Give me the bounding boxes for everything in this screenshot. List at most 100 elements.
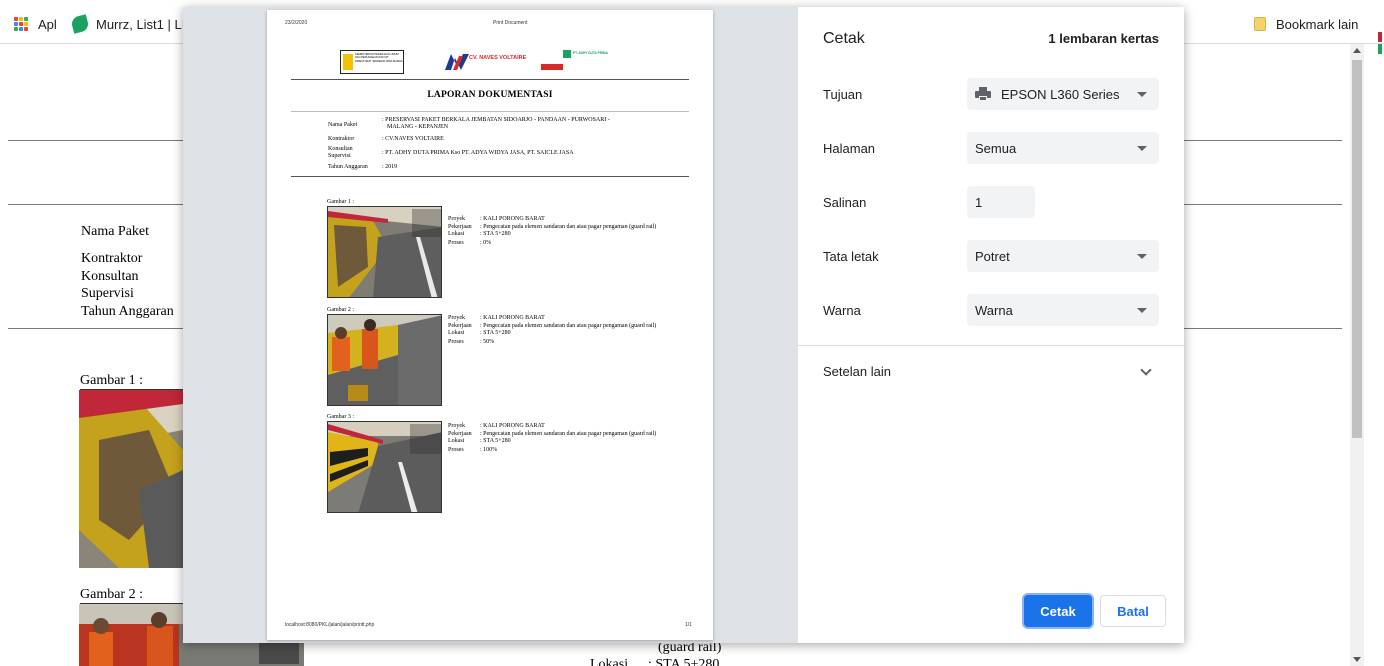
scroll-up-arrow-icon[interactable] [1353, 48, 1361, 53]
pages-value: Semua [975, 140, 1017, 156]
print-button[interactable]: Cetak [1024, 595, 1092, 627]
copies-label: Salinan [823, 195, 867, 210]
sheet-count: 1 lembaran kertas [1048, 31, 1159, 46]
label-kontraktor: Kontraktor [81, 251, 143, 266]
item-1-caption: Gambar 1 : [327, 199, 354, 205]
item-3-proses-value: : 100% [480, 447, 498, 453]
item-3-pekerjaan-value: : Pengecatan pada elemen sandaran dan at… [480, 431, 657, 437]
item-3-lokasi-value: : STA 5+280 [480, 438, 511, 444]
bookmark-item-1-label: Murrz, List1 | LIN [96, 16, 195, 32]
item-2-proyek-value: : KALI PORONG BARAT [480, 315, 545, 321]
info-nama-paket-value-2: MALANG - KEPANJEN [387, 124, 449, 130]
settings-divider [798, 345, 1184, 346]
item-1-proses-label: Proses [448, 240, 464, 246]
item-1-proyek-label: Proyek [448, 216, 465, 222]
caret-down-icon [1137, 92, 1147, 97]
item-2-lokasi-value: : STA 5+280 [480, 330, 511, 336]
scroll-down-arrow-icon[interactable] [1353, 657, 1361, 662]
item-2-description: Proyek : KALI PORONG BARAT Pekerjaan : Pen… [448, 315, 660, 346]
item-2-photo [327, 314, 442, 406]
layout-select[interactable]: Potret [967, 240, 1159, 272]
item-1-proses-value: : 0% [480, 240, 492, 246]
logo-adhy-duta-text: PT. ADHY DUTA PRIMA [573, 51, 608, 55]
logo-naves-voltaire: CV. NAVES VOLTAIRE [445, 52, 531, 76]
item-3-proyek-label: Proyek [448, 423, 465, 429]
info-tahun-label: Tahun Anggaran [328, 164, 368, 170]
bottom-lokasi-label: Lokasi [590, 657, 629, 666]
print-preview-area: 23/2/2020 Print Document KEMENTERIAN PEK… [183, 7, 798, 643]
item-2-lokasi-label: Lokasi [448, 330, 465, 336]
item-2-pekerjaan-value: : Pengecatan pada elemen sandaran dan at… [480, 323, 657, 329]
copies-input[interactable]: 1 [967, 186, 1035, 218]
item-2-proyek-label: Proyek [448, 315, 465, 321]
photo-gambar-1 [79, 390, 183, 568]
cancel-button[interactable]: Batal [1100, 595, 1166, 627]
bottom-lokasi-value: : STA 5+280 [648, 657, 720, 666]
item-1-description: Proyek: KALI PORONG BARAT Pekerjaan: Pen… [448, 216, 660, 247]
info-rule [291, 176, 689, 177]
logo-bina-marga: KEMENTERIAN PEKERJAAN UMUM DAN PERUMAHAN… [340, 50, 404, 74]
preview-header-title: Print Document [493, 20, 528, 26]
logo-naves-voltaire-text: CV. NAVES VOLTAIRE [469, 55, 527, 61]
gambar-2-caption: Gambar 2 : [80, 587, 143, 602]
preview-page: 23/2/2020 Print Document KEMENTERIAN PEK… [267, 10, 713, 640]
page-scrollbar[interactable] [1350, 44, 1364, 666]
info-konsultan-label: Konsultan [328, 146, 353, 152]
layout-value: Potret [975, 248, 1010, 264]
more-settings-toggle[interactable]: Setelan lain [823, 364, 891, 379]
header-rule [291, 79, 689, 80]
logo-red-mark-icon [541, 64, 563, 70]
preview-header-date: 23/2/2020 [285, 20, 308, 26]
item-3-description: Proyek : KALI PORONG BARAT Pekerjaan : Pen… [448, 423, 660, 454]
destination-select[interactable]: EPSON L360 Series [967, 78, 1159, 110]
preview-footer-url: localhost:8080/PKL/jalan/jalan/printt.ph… [285, 622, 375, 628]
item-3-pekerjaan-label: Pekerjaan [448, 431, 472, 437]
info-konsultan-value: : PT. ADHY DUTA PRIMA Kso PT. ADYA WIDYA… [382, 150, 574, 156]
label-supervisi: Supervisi [81, 286, 134, 301]
bookmark-item-1[interactable]: Murrz, List1 | LIN [70, 14, 195, 34]
bookmark-apps-label: Apl [38, 16, 57, 32]
color-select[interactable]: Warna [967, 294, 1159, 326]
chevron-down-icon[interactable] [1140, 364, 1152, 376]
print-settings-panel: Cetak 1 lembaran kertas Tujuan EPSON L36… [798, 7, 1184, 643]
printer-icon [975, 87, 991, 101]
info-nama-paket-value: : PRESERVASI PAKET BERKALA JEMBATAN SIDO… [382, 117, 610, 123]
item-3-proyek-value: : KALI PORONG BARAT [480, 423, 545, 429]
report-title: LAPORAN DOKUMENTASI [427, 90, 553, 100]
gambar-1-caption: Gambar 1 : [80, 373, 143, 388]
scrollbar-thumb[interactable] [1352, 60, 1362, 438]
side-extension-icons [1378, 30, 1384, 90]
info-kontraktor-value: : CV.NAVES VOLTAIRE [382, 136, 444, 142]
item-1-lokasi-value: : STA 5+280 [480, 231, 511, 237]
dialog-title: Cetak [823, 30, 865, 47]
item-3-proses-label: Proses [448, 447, 464, 453]
layout-label: Tata letak [823, 249, 879, 264]
info-kontraktor-label: Kontraktor [328, 136, 355, 142]
bookmark-apps[interactable]: Apl [14, 14, 57, 34]
naves-voltaire-emblem-icon [445, 54, 469, 70]
item-3-lokasi-label: Lokasi [448, 438, 465, 444]
item-1-lokasi-label: Lokasi [448, 231, 465, 237]
bookmark-other[interactable]: Bookmark lain [1254, 14, 1358, 34]
item-2-proses-label: Proses [448, 339, 464, 345]
item-1-photo [327, 206, 442, 298]
bookmark-other-label: Bookmark lain [1276, 16, 1359, 32]
item-3-caption: Gambar 3 : [327, 414, 354, 420]
apps-grid-icon [14, 17, 28, 31]
destination-value: EPSON L360 Series [1001, 86, 1120, 102]
item-3-photo [327, 421, 442, 513]
label-nama-paket: Nama Paket [81, 224, 150, 239]
caret-down-icon [1137, 308, 1147, 313]
item-1-proyek-value: : KALI PORONG BARAT [480, 216, 545, 222]
leaf-icon [70, 14, 90, 34]
destination-label: Tujuan [823, 87, 863, 102]
caret-down-icon [1137, 254, 1147, 259]
print-dialog: 23/2/2020 Print Document KEMENTERIAN PEK… [183, 7, 1184, 643]
adhy-duta-emblem-icon [563, 50, 571, 58]
item-2-proses-value: : 50% [480, 339, 495, 345]
item-2-pekerjaan-label: Pekerjaan [448, 323, 472, 329]
pages-select[interactable]: Semua [967, 132, 1159, 164]
caret-down-icon [1137, 146, 1147, 151]
logo-adhy-duta-prima: PT. ADHY DUTA PRIMA [541, 50, 633, 74]
item-1-pekerjaan-value: : Pengecatan pada elemen sandaran dan at… [480, 224, 657, 230]
